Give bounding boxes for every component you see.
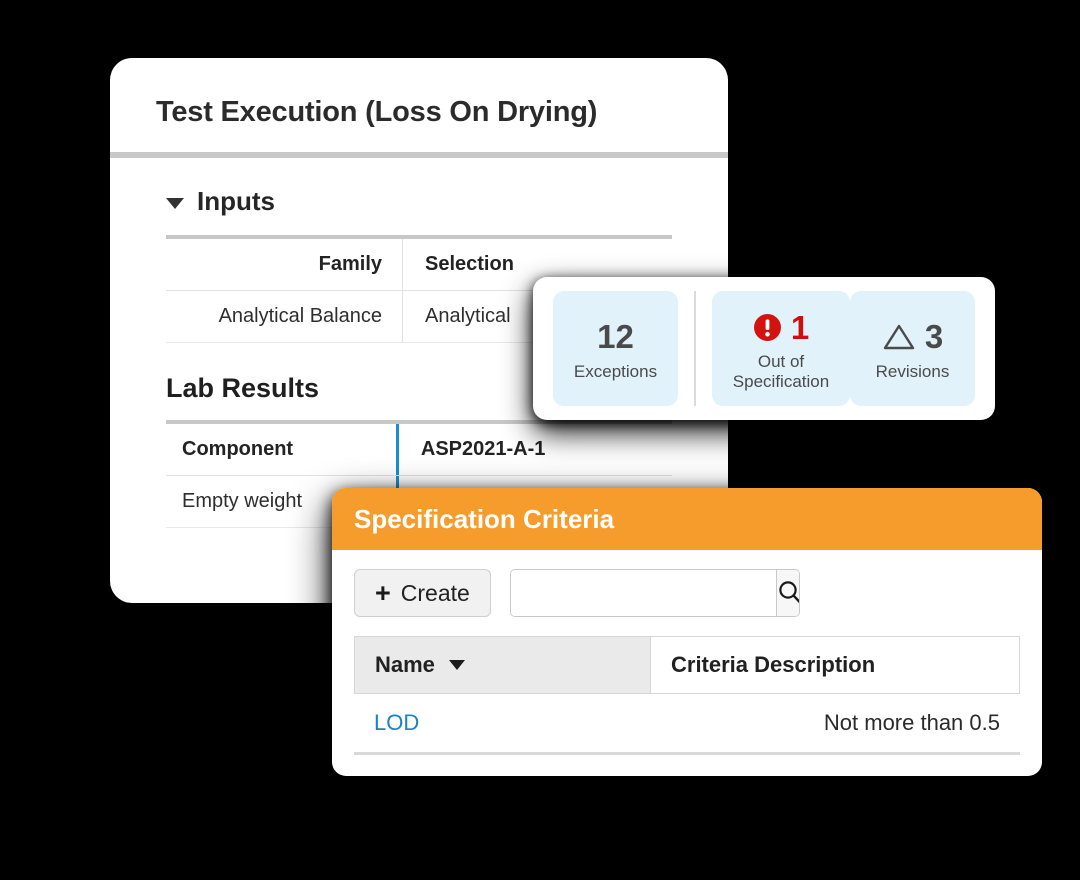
column-header-asp2021-a-1[interactable]: ASP2021-A-1: [395, 424, 672, 475]
spec-table-header-row: Name Criteria Description: [354, 636, 1020, 694]
triangle-outline-icon: [882, 323, 916, 351]
spec-criteria-title: Specification Criteria: [354, 503, 615, 534]
create-button[interactable]: + Create: [354, 569, 491, 617]
stats-divider: [694, 291, 696, 406]
status-summary-card: 12 Exceptions 1 Out of Specification 3 R…: [533, 277, 995, 420]
revisions-label: Revisions: [875, 361, 950, 381]
column-header-name-label: Name: [375, 652, 435, 677]
cell-family: Analytical Balance: [218, 305, 382, 327]
search-button[interactable]: [775, 570, 799, 616]
create-button-label: Create: [400, 579, 470, 606]
status-badge-revisions[interactable]: 3 Revisions: [850, 291, 975, 406]
column-header-criteria-description[interactable]: Criteria Description: [651, 637, 1019, 693]
column-header-name[interactable]: Name: [355, 637, 651, 693]
oos-label: Out of Specification: [732, 352, 830, 391]
table-row[interactable]: LOD Not more than 0.5: [354, 694, 1020, 755]
oos-value-row: 1: [753, 306, 809, 348]
status-badge-exceptions[interactable]: 12 Exceptions: [553, 291, 678, 406]
search-box: [509, 569, 800, 617]
screenshot-stage: Test Execution (Loss On Drying) Inputs F…: [0, 0, 1080, 880]
status-badge-out-of-specification[interactable]: 1 Out of Specification: [712, 291, 850, 406]
column-header-family[interactable]: Family: [166, 239, 402, 290]
spec-criteria-table: Name Criteria Description LOD Not more t…: [354, 636, 1020, 755]
search-input[interactable]: [510, 570, 776, 616]
exceptions-label: Exceptions: [573, 361, 658, 381]
error-circle-icon: [753, 313, 782, 342]
criteria-name-link[interactable]: LOD: [374, 710, 419, 735]
specification-criteria-card: Specification Criteria + Create Name Cri…: [332, 488, 1042, 776]
column-header-component[interactable]: Component: [166, 424, 396, 475]
inputs-section-header[interactable]: Inputs: [110, 158, 728, 217]
inputs-section-label: Inputs: [197, 186, 275, 216]
cell-name: LOD: [354, 694, 650, 752]
revisions-count: 3: [924, 318, 944, 356]
chevron-down-icon: [166, 197, 184, 209]
revisions-value-row: 3: [882, 316, 943, 358]
spec-criteria-header: Specification Criteria: [332, 488, 1042, 550]
page-title: Test Execution (Loss On Drying): [156, 96, 598, 128]
exceptions-count: 12: [597, 318, 634, 356]
cell-criteria-description: Not more than 0.5: [823, 710, 1000, 735]
exceptions-value-row: 12: [597, 316, 634, 358]
spec-criteria-toolbar: + Create: [332, 550, 1042, 617]
search-icon: [777, 579, 799, 608]
plus-icon: +: [375, 577, 391, 608]
sort-descending-caret-icon: [448, 660, 465, 670]
lab-results-header-row: Component ASP2021-A-1: [166, 424, 672, 476]
oos-count: 1: [790, 308, 810, 346]
